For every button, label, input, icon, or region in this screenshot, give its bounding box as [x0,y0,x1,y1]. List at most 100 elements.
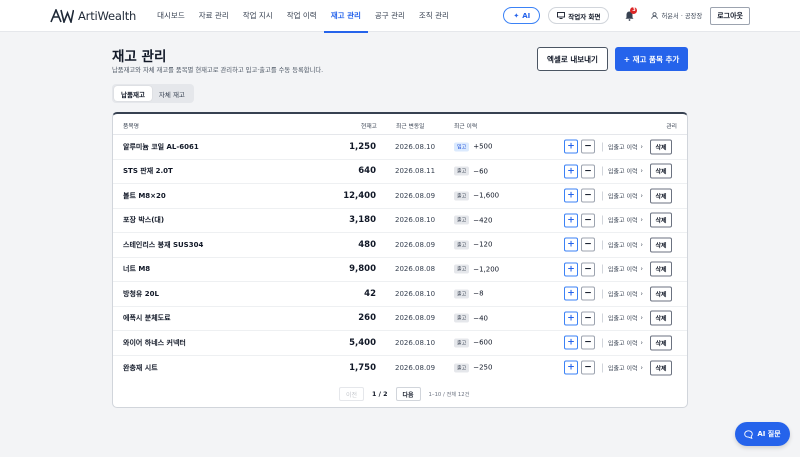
nav-item-inventory[interactable]: 재고 관리 [323,0,369,33]
ai-question-label: AI 질문 [757,430,781,438]
tab-own-stock[interactable]: 자체 재고 [152,86,192,101]
logout-button[interactable]: 로그아웃 [710,6,750,25]
table-row: 볼트 M8×20 12,400 2026.08.09 출고 −1,600 + − 입출고 이력… [113,184,687,209]
stock-in-button[interactable]: + [564,262,578,277]
history-link[interactable]: 입출고 이력 › [608,216,650,225]
last-change-date: 2026.08.11 [395,167,436,176]
stock-out-button[interactable]: − [581,262,595,277]
stock-out-button[interactable]: − [581,335,595,350]
notification-bell[interactable]: 3 [621,6,638,24]
worker-screen-button[interactable]: 작업자 화면 [548,7,610,24]
delete-button[interactable]: 삭제 [650,212,672,228]
brand-logo[interactable]: ArtiWealth [50,8,136,23]
history-link-label: 입출고 이력 [608,365,638,373]
inventory-tabs: 납품재고 자체 재고 [112,84,194,103]
prev-page-button[interactable]: 이전 [339,387,365,401]
delete-button[interactable]: 삭제 [650,360,672,376]
item-name: 완충재 시트 [123,363,158,372]
stock-in-button[interactable]: + [564,335,578,350]
history-link-label: 입출고 이력 [608,340,638,348]
delete-button[interactable]: 삭제 [650,163,672,179]
ai-question-button[interactable]: AI 질문 [735,422,790,446]
main-nav: 대시보드 자료 관리 작업 지시 작업 이력 재고 관리 공구 관리 조직 관리 [150,0,456,33]
history-link[interactable]: 입출고 이력 › [608,265,650,274]
row-actions: + − 입출고 이력 › 삭제 [564,188,672,204]
table-row: 스테인리스 봉재 SUS304 480 2026.08.09 출고 −120 + − 입출고 … [113,233,687,258]
history-qty: −60 [473,167,488,176]
history-type-badge: 출고 [454,240,470,250]
nav-item-tools[interactable]: 공구 관리 [368,0,412,32]
user-icon [651,12,659,19]
delete-button[interactable]: 삭제 [650,335,672,351]
history-type-badge: 출고 [454,313,470,323]
chevron-right-icon: › [640,314,643,322]
stock-in-button[interactable]: + [564,360,578,375]
stock-out-button[interactable]: − [581,188,595,203]
nav-item-work-order[interactable]: 작업 지시 [236,0,280,32]
nav-item-work-history[interactable]: 작업 이력 [280,0,324,32]
user-menu[interactable]: 허윤서 · 공장장 [651,11,702,20]
last-change-date: 2026.08.10 [395,216,436,225]
next-page-button[interactable]: 다음 [395,387,421,401]
history-link[interactable]: 입출고 이력 › [608,142,650,151]
ai-button[interactable]: ✦ AI [503,7,541,24]
stock-in-button[interactable]: + [564,286,578,301]
nav-item-organization[interactable]: 조직 관리 [412,0,456,32]
chevron-right-icon: › [640,339,643,347]
last-change-date: 2026.08.10 [395,142,436,151]
stock-out-button[interactable]: − [581,286,595,301]
history-link[interactable]: 입출고 이력 › [608,240,650,249]
col-header-name: 품목명 [123,124,139,130]
stock-in-button[interactable]: + [564,139,578,154]
row-actions: + − 입출고 이력 › 삭제 [564,310,672,326]
delete-button[interactable]: 삭제 [650,188,672,204]
delete-button[interactable]: 삭제 [650,139,672,155]
nav-item-dashboard[interactable]: 대시보드 [150,0,192,32]
header-actions: ✦ AI 작업자 화면 3 허윤서 · 공장장 로그아웃 [503,6,750,25]
stock-out-button[interactable]: − [581,213,595,228]
col-header-date: 최근 변동일 [396,124,425,130]
stock-out-button[interactable]: − [581,311,595,326]
stock-out-button[interactable]: − [581,360,595,375]
history-link-label: 입출고 이력 [608,217,638,225]
history-link[interactable]: 입출고 이력 › [608,338,650,347]
page-subtitle: 납품재고와 자체 재고를 품목별 현재고로 관리하고 입고·출고를 수동 등록합… [112,67,324,74]
divider [602,240,603,250]
item-name: 스테인리스 봉재 SUS304 [123,240,204,249]
recent-history: 출고 −40 [454,313,488,323]
delete-button[interactable]: 삭제 [650,261,672,277]
col-header-manage: 관리 [666,124,677,130]
stock-in-button[interactable]: + [564,311,578,326]
history-link-label: 입출고 이력 [608,266,638,274]
tab-delivery-stock[interactable]: 납품재고 [114,86,152,101]
stock-in-button[interactable]: + [564,188,578,203]
table-row: 완충재 시트 1,750 2026.08.09 출고 −250 + − 입출고 이력 › 삭제 [113,356,687,381]
add-item-button[interactable]: + 재고 품목 추가 [615,47,688,71]
col-header-stock: 현재고 [361,124,377,130]
recent-history: 출고 −250 [454,363,492,373]
stock-in-button[interactable]: + [564,237,578,252]
stock-out-button[interactable]: − [581,139,595,154]
current-stock: 1,750 [349,362,376,373]
stock-out-button[interactable]: − [581,164,595,179]
history-link[interactable]: 입출고 이력 › [608,167,650,176]
stock-out-button[interactable]: − [581,237,595,252]
history-link[interactable]: 입출고 이력 › [608,363,650,372]
delete-button[interactable]: 삭제 [650,286,672,302]
divider [602,166,603,176]
current-stock: 480 [358,239,376,250]
export-excel-button[interactable]: 엑셀로 내보내기 [537,47,608,71]
stock-in-button[interactable]: + [564,164,578,179]
stock-in-button[interactable]: + [564,213,578,228]
history-link[interactable]: 입출고 이력 › [608,289,650,298]
row-actions: + − 입출고 이력 › 삭제 [564,237,672,253]
current-stock: 42 [364,288,376,299]
table-row: 너트 M8 9,800 2026.08.08 출고 −1,200 + − 입출고 이력 › 삭제 [113,258,687,282]
history-link[interactable]: 입출고 이력 › [608,191,650,200]
chevron-right-icon: › [640,216,643,224]
history-link[interactable]: 입출고 이력 › [608,314,650,323]
nav-item-data[interactable]: 자료 관리 [192,0,236,32]
divider [602,142,603,152]
delete-button[interactable]: 삭제 [650,310,672,326]
delete-button[interactable]: 삭제 [650,237,672,253]
